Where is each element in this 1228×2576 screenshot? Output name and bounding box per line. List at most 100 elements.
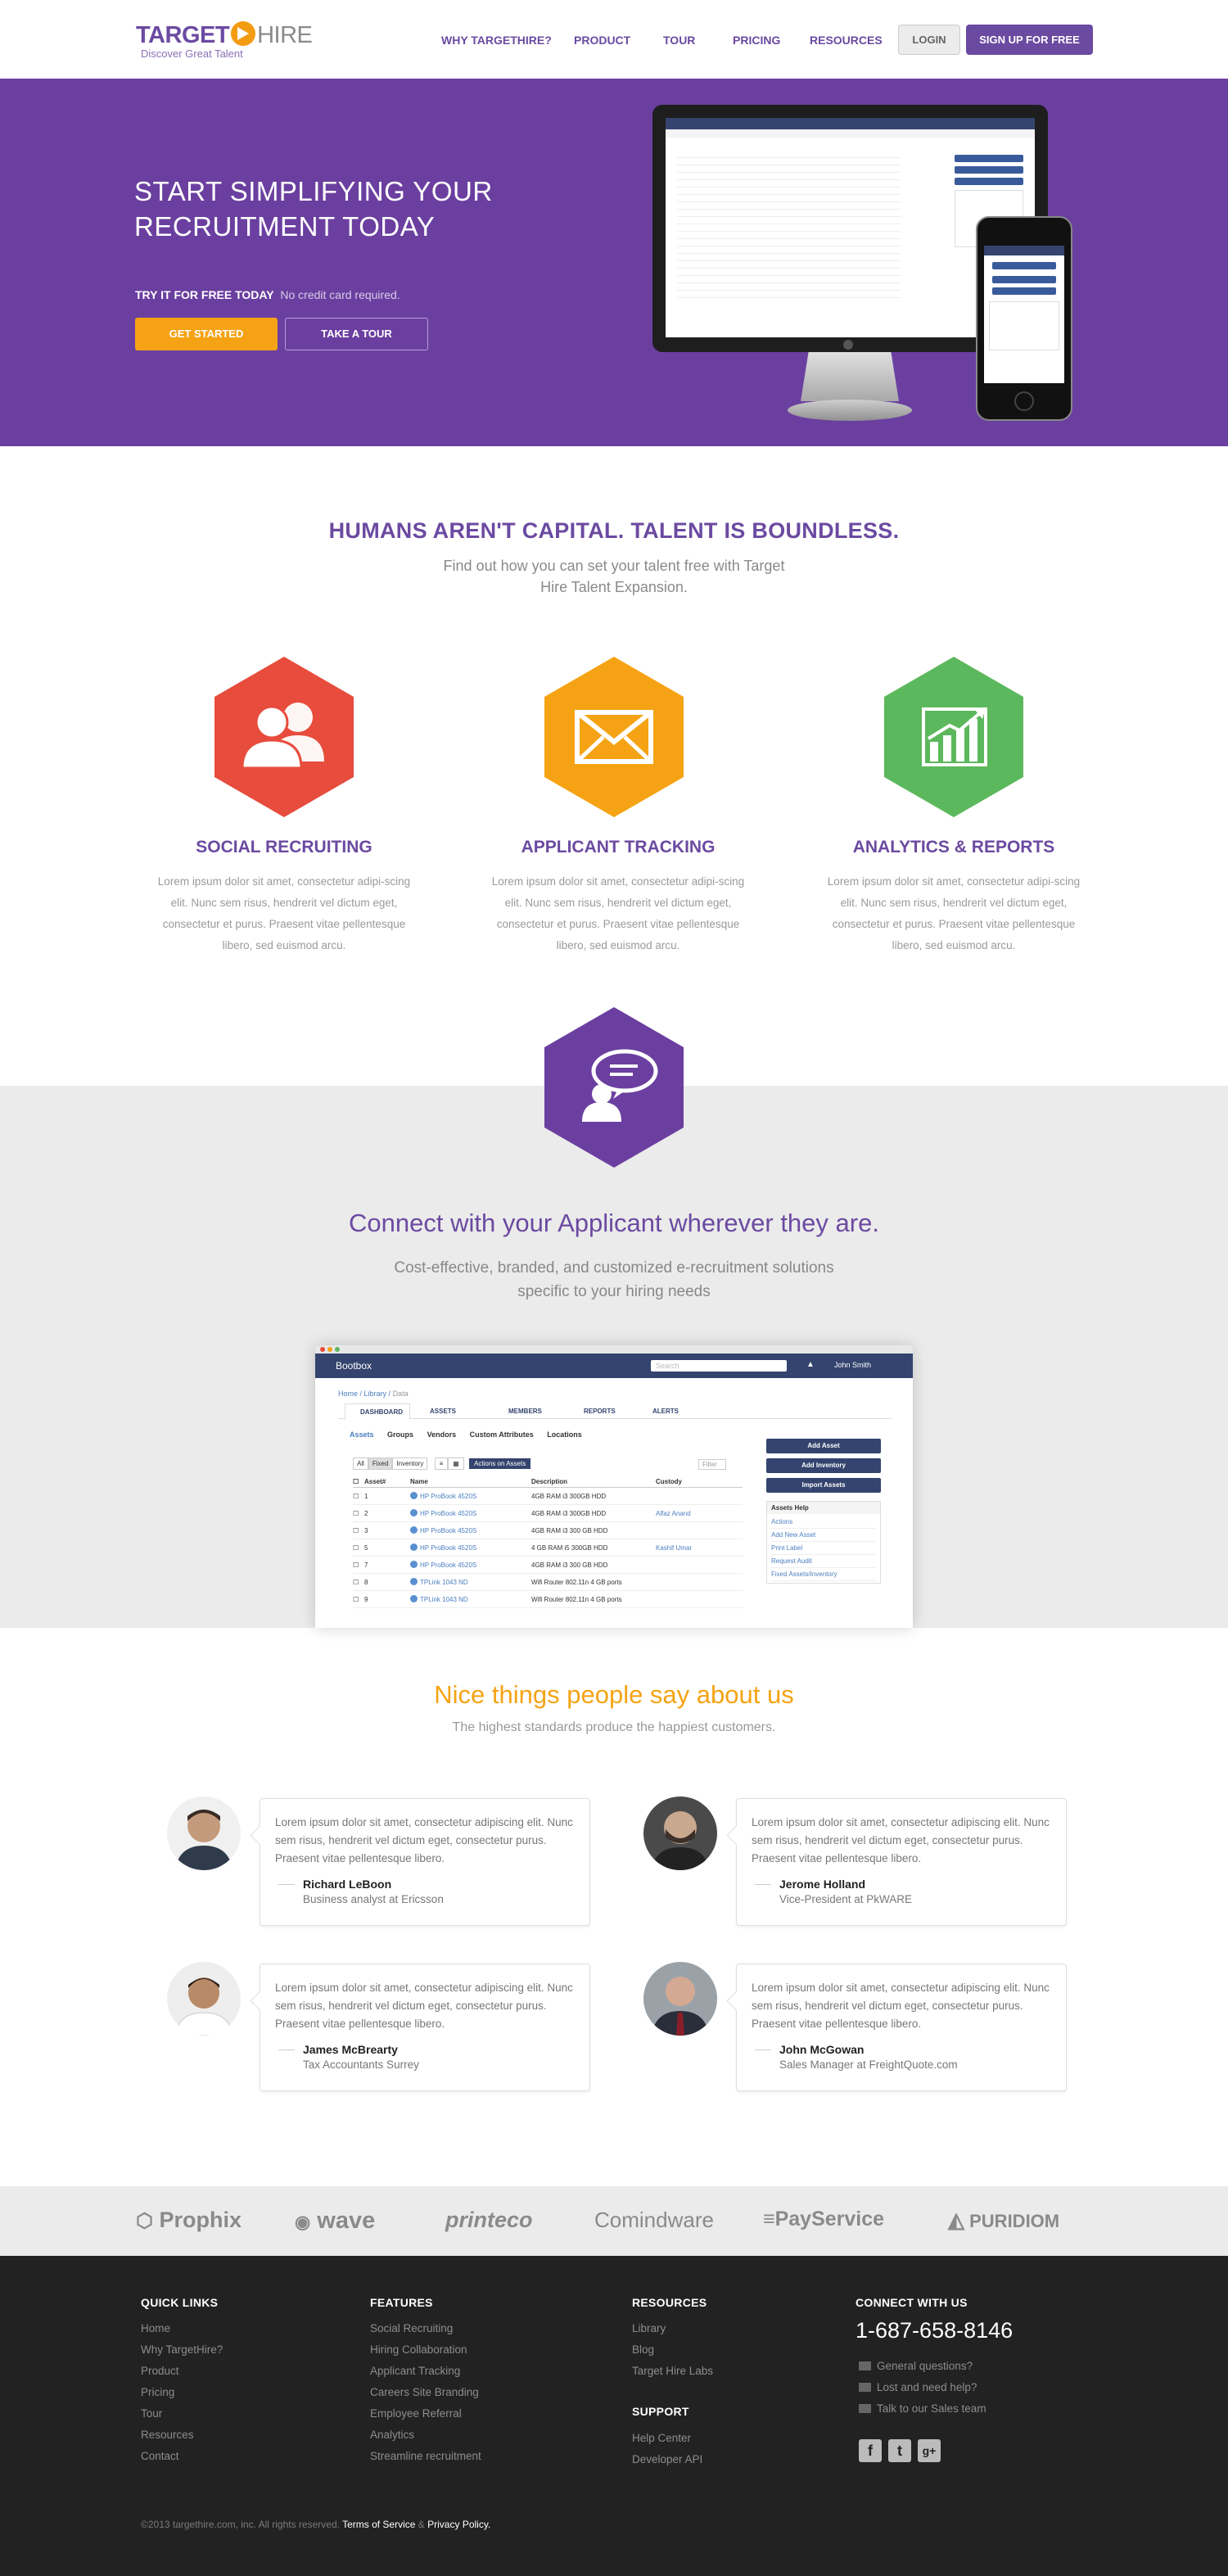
footer-contact-general[interactable]: General questions? <box>859 2360 973 2372</box>
app-navbar: Bootbox Search ▲ John Smith <box>315 1354 913 1378</box>
footer-quick-link[interactable]: Tour <box>141 2407 162 2420</box>
row-checkbox[interactable]: ☐ <box>353 1561 364 1569</box>
asset-name-link[interactable]: TPLink 1043 ND <box>410 1578 531 1586</box>
help-link[interactable]: Add New Asset <box>771 1529 876 1542</box>
terms-link[interactable]: Terms of Service <box>342 2519 415 2530</box>
footer-feature-link[interactable]: Streamline recruitment <box>370 2450 481 2462</box>
asset-name-link[interactable]: HP ProBook 4520S <box>410 1543 531 1552</box>
footer-resource-link[interactable]: Target Hire Labs <box>632 2365 713 2377</box>
table-row[interactable]: ☐ 7 HP ProBook 4520S 4GB RAM i3 300 GB HDD <box>353 1557 743 1574</box>
footer-quick-link[interactable]: Resources <box>141 2429 194 2441</box>
footer-support-link[interactable]: Help Center <box>632 2432 691 2444</box>
twitter-icon[interactable]: t <box>888 2439 911 2462</box>
nav-resources[interactable]: RESOURCES <box>810 34 883 47</box>
subtab-assets[interactable]: Assets <box>350 1430 374 1439</box>
footer-resource-link[interactable]: Library <box>632 2322 666 2334</box>
subtab-groups[interactable]: Groups <box>387 1430 413 1439</box>
table-row[interactable]: ☐ 3 HP ProBook 4520S 4GB RAM i3 300 GB HDD <box>353 1522 743 1539</box>
privacy-link[interactable]: Privacy Policy. <box>427 2519 490 2530</box>
row-checkbox[interactable]: ☐ <box>353 1493 364 1500</box>
tab-reports[interactable]: REPORTS <box>584 1408 616 1415</box>
subtab-vendors[interactable]: Vendors <box>427 1430 457 1439</box>
filter-all[interactable]: All <box>353 1457 368 1470</box>
asset-name-link[interactable]: HP ProBook 4520S <box>410 1509 531 1517</box>
footer-contact-sales[interactable]: Talk to our Sales team <box>859 2402 986 2415</box>
login-button[interactable]: LOGIN <box>898 25 960 55</box>
grid-view-icon[interactable]: ▦ <box>448 1457 464 1470</box>
facebook-icon[interactable]: f <box>859 2439 882 2462</box>
add-inventory-button[interactable]: Add Inventory <box>766 1458 881 1473</box>
row-checkbox[interactable]: ☐ <box>353 1579 364 1586</box>
connect-title: Connect with your Applicant wherever the… <box>349 1209 879 1237</box>
footer-feature-link[interactable]: Employee Referral <box>370 2407 462 2420</box>
bell-icon[interactable]: ▲ <box>806 1360 815 1369</box>
row-checkbox[interactable]: ☐ <box>353 1596 364 1603</box>
asset-name-link[interactable]: TPLink 1043 ND <box>410 1595 531 1603</box>
phone-home-button <box>1014 391 1034 411</box>
help-link[interactable]: Request Audit <box>771 1555 876 1568</box>
table-header: ☐ Asset# Name Description Custody <box>353 1476 743 1488</box>
add-asset-button[interactable]: Add Asset <box>766 1439 881 1453</box>
actions-dropdown[interactable]: Actions on Assets <box>469 1458 531 1469</box>
breadcrumb-library[interactable]: Library <box>364 1390 387 1398</box>
testimonial-quote: Lorem ipsum dolor sit amet, consectetur … <box>275 1816 573 1864</box>
filter-inventory[interactable]: Inventory <box>392 1457 428 1470</box>
footer-quick-link[interactable]: Pricing <box>141 2386 174 2398</box>
footer-feature-link[interactable]: Careers Site Branding <box>370 2386 479 2398</box>
footer-feature-link[interactable]: Hiring Collaboration <box>370 2343 467 2356</box>
analytics-reports-badge <box>884 657 1023 817</box>
footer-feature-link[interactable]: Applicant Tracking <box>370 2365 460 2377</box>
asset-name-link[interactable]: HP ProBook 4520S <box>410 1492 531 1500</box>
nav-product[interactable]: PRODUCT <box>574 34 630 47</box>
footer-resources-title: RESOURCES <box>632 2296 707 2309</box>
tab-dashboard[interactable]: DASHBOARD <box>345 1403 410 1419</box>
footer-contact-help[interactable]: Lost and need help? <box>859 2381 977 2393</box>
help-link[interactable]: Actions <box>771 1516 876 1529</box>
row-checkbox[interactable]: ☐ <box>353 1510 364 1517</box>
app-user-menu[interactable]: John Smith <box>834 1361 871 1369</box>
row-checkbox[interactable]: ☐ <box>353 1527 364 1534</box>
subtab-custom-attributes[interactable]: Custom Attributes <box>470 1430 534 1439</box>
take-tour-button[interactable]: TAKE A TOUR <box>285 318 428 350</box>
footer-resource-link[interactable]: Blog <box>632 2343 654 2356</box>
partner-logo-comindware: Comindware <box>594 2208 714 2232</box>
app-search-input[interactable]: Search <box>651 1360 787 1372</box>
list-view-icon[interactable]: ≡ <box>434 1457 449 1470</box>
help-link[interactable]: Fixed Assets/Inventory <box>771 1568 876 1581</box>
asset-name-link[interactable]: HP ProBook 4520S <box>410 1526 531 1534</box>
row-checkbox[interactable]: ☐ <box>353 1544 364 1552</box>
import-assets-button[interactable]: Import Assets <box>766 1478 881 1493</box>
table-row[interactable]: ☐ 8 TPLink 1043 ND Wifi Router 802.11n 4 GB… <box>353 1574 743 1591</box>
tab-alerts[interactable]: ALERTS <box>652 1408 679 1415</box>
partner-logo-puridiom: ◭ PURIDIOM <box>948 2208 1060 2232</box>
subtab-locations[interactable]: Locations <box>547 1430 582 1439</box>
asset-name-link[interactable]: HP ProBook 4520S <box>410 1561 531 1569</box>
table-row[interactable]: ☐ 5 HP ProBook 4520S 4 GB RAM i5 300GB HDD K… <box>353 1539 743 1557</box>
google-plus-icon[interactable]: g+ <box>918 2439 941 2462</box>
logo[interactable]: TARGET HIRE <box>136 21 313 49</box>
help-link[interactable]: Print Label <box>771 1542 876 1555</box>
table-row[interactable]: ☐ 9 TPLink 1043 ND Wifi Router 802.11n 4 GB… <box>353 1591 743 1608</box>
footer-connect-title: CONNECT WITH US <box>856 2296 968 2309</box>
signup-button[interactable]: SIGN UP FOR FREE <box>966 25 1093 55</box>
footer-feature-link[interactable]: Social Recruiting <box>370 2322 453 2334</box>
footer-phone-number[interactable]: 1-687-658-8146 <box>856 2318 1013 2343</box>
table-row[interactable]: ☐ 2 HP ProBook 4520S 4GB RAM i3 300GB HDD Al… <box>353 1505 743 1522</box>
filter-input[interactable]: Filter <box>698 1459 726 1470</box>
testimonial-role: Business analyst at Ericsson <box>303 1893 444 1905</box>
nav-tour[interactable]: TOUR <box>663 34 695 47</box>
table-row[interactable]: ☐ 1 HP ProBook 4520S 4GB RAM i3 300GB HDD <box>353 1488 743 1505</box>
footer-quick-link[interactable]: Home <box>141 2322 170 2334</box>
footer-quick-link[interactable]: Contact <box>141 2450 179 2462</box>
footer-feature-link[interactable]: Analytics <box>370 2429 414 2441</box>
tab-assets[interactable]: ASSETS <box>430 1408 456 1415</box>
footer-quick-link[interactable]: Why TargetHire? <box>141 2343 223 2356</box>
nav-why-targethire[interactable]: WHY TARGETHIRE? <box>441 34 552 47</box>
filter-fixed[interactable]: Fixed <box>368 1457 393 1470</box>
nav-pricing[interactable]: PRICING <box>733 34 780 47</box>
get-started-button[interactable]: GET STARTED <box>135 318 278 350</box>
footer-quick-link[interactable]: Product <box>141 2365 179 2377</box>
footer-support-link[interactable]: Developer API <box>632 2453 702 2465</box>
tab-members[interactable]: MEMBERS <box>508 1408 542 1415</box>
breadcrumb-home[interactable]: Home <box>338 1390 358 1398</box>
